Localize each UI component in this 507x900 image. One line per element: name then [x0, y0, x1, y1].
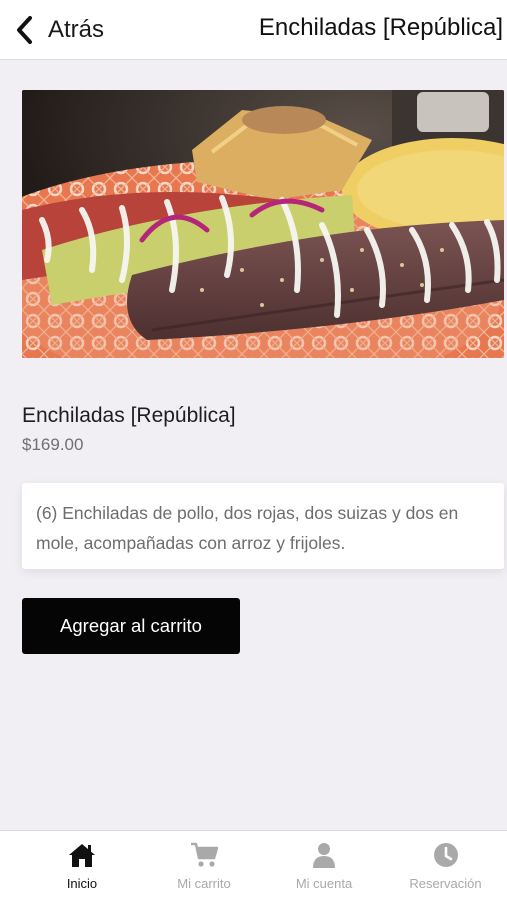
nav-item-mi-carrito[interactable]: Mi carrito: [164, 831, 244, 900]
nav-item-mi-cuenta[interactable]: Mi cuenta: [244, 831, 404, 900]
home-icon: [67, 841, 97, 869]
product-price: $169.00: [22, 435, 84, 454]
nav-label-inicio: Inicio: [66, 876, 98, 891]
add-to-cart-button[interactable]: Agregar al carrito: [22, 598, 240, 654]
top-app-bar: Atrás Enchiladas [República]: [0, 0, 507, 60]
nav-label-mi-cuenta: Mi cuenta: [295, 876, 353, 891]
app-screen: Atrás Enchiladas [República] Enchiladas …: [0, 0, 507, 900]
nav-label-mi-carrito: Mi carrito: [177, 876, 231, 891]
nav-item-reservacion[interactable]: Reservación: [404, 831, 487, 900]
page-title: Enchiladas [República]: [258, 14, 503, 41]
back-label: Atrás: [48, 16, 105, 43]
back-button[interactable]: Atrás: [14, 10, 104, 50]
chevron-left-icon: [14, 15, 34, 45]
nav-item-inicio[interactable]: Inicio: [0, 831, 164, 900]
clock-icon: [433, 841, 459, 869]
product-description: (6) Enchiladas de pollo, dos rojas, dos …: [36, 503, 459, 553]
user-icon: [312, 841, 336, 869]
bottom-navigation: Inicio Mi carrito Mi cuenta Reservación: [0, 830, 507, 900]
cart-icon: [190, 841, 218, 869]
nav-label-reservacion: Reservación: [409, 876, 482, 891]
description-card: (6) Enchiladas de pollo, dos rojas, dos …: [22, 483, 504, 569]
product-image: [22, 90, 504, 358]
product-name: Enchiladas [República]: [22, 404, 236, 427]
